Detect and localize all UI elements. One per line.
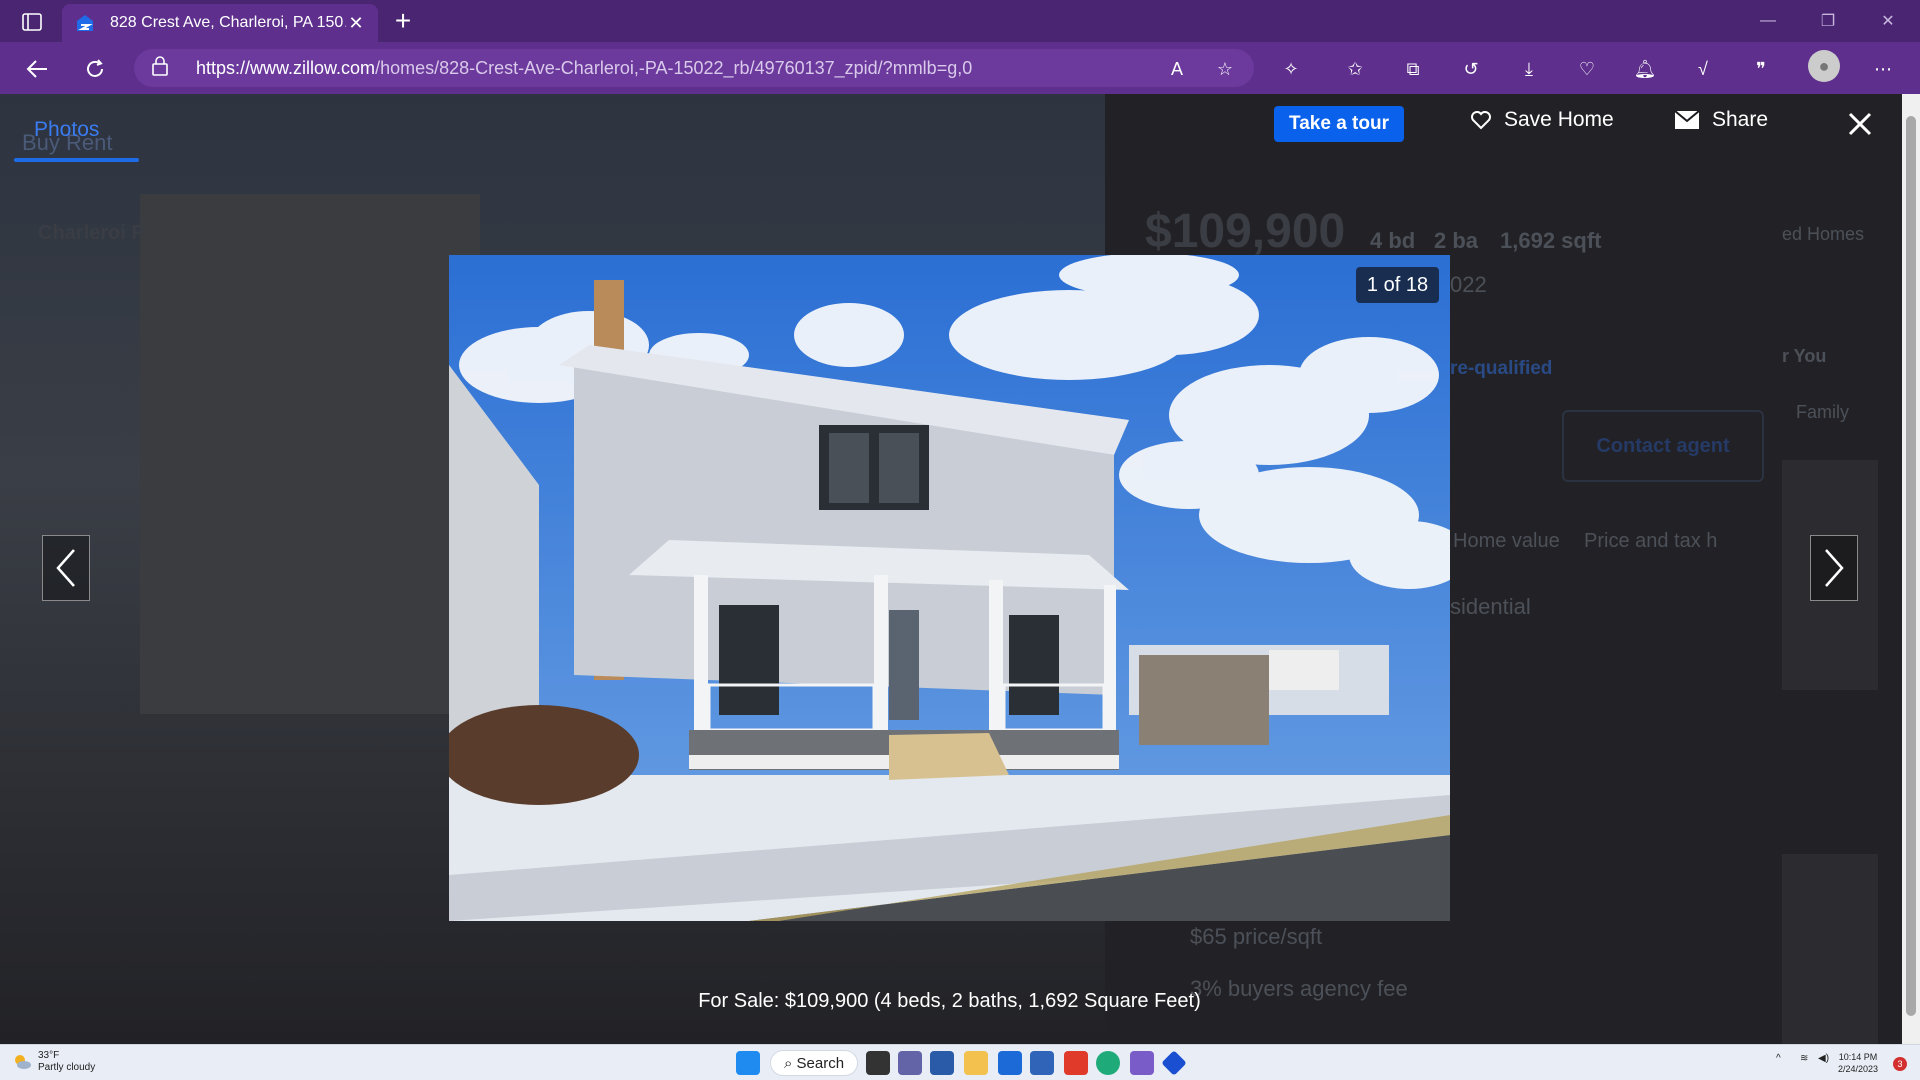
tab-close-icon[interactable]: ✕ [346,13,366,33]
url-field[interactable]: https://www.zillow.com/homes/828-Crest-A… [134,49,1254,87]
bg-contact-agent: Contact agent [1562,410,1764,482]
browser-tab-active[interactable]: 828 Crest Ave, Charleroi, PA 150… ✕ [62,4,378,42]
app-s-icon[interactable] [1030,1051,1054,1075]
photo-caption: For Sale: $109,900 (4 beds, 2 baths, 1,6… [698,990,1201,1012]
math-solver-icon[interactable]: √ [1688,54,1718,84]
favorites-icon[interactable]: ✩ [1340,54,1370,84]
tab-actions-icon[interactable] [14,9,50,35]
refresh-icon[interactable] [80,54,110,84]
more-menu-icon[interactable]: ⋯ [1868,54,1898,84]
share-label: Share [1712,108,1769,131]
url-domain: https://www.zillow.com [196,57,376,78]
windows-taskbar: 33°F Partly cloudy ⌕ Search ^ ≋ ◀︎) 10:1… [0,1044,1920,1080]
chat-icon[interactable] [898,1051,922,1075]
new-tab-icon[interactable]: + [388,6,418,36]
minimize-icon[interactable]: — [1738,0,1798,42]
downloads-icon[interactable]: ⤓ [1514,54,1544,84]
bg-prequal: re-qualified [1450,358,1553,379]
tab-photos[interactable]: Photos [14,118,140,162]
tab-title: 828 Crest Ave, Charleroi, PA 150… [110,14,346,31]
save-home-label: Save Home [1504,108,1614,131]
take-a-tour-button[interactable]: Take a tour [1274,106,1404,142]
taskbar-search[interactable]: ⌕ Search [770,1050,858,1076]
partly-cloudy-icon [15,1055,31,1069]
url-path: /homes/828-Crest-Ave-Charleroi,-PA-15022… [375,57,973,78]
weather-widget[interactable]: 33°F Partly cloudy [12,1050,95,1074]
app-purple-icon[interactable] [1130,1051,1154,1075]
window-close-icon[interactable]: ✕ [1858,0,1918,42]
extensions-icon[interactable]: ✧ [1276,54,1306,84]
system-clock[interactable]: 10:14 PM 2/24/2023 [1838,1051,1878,1075]
previous-photo-button[interactable] [42,535,90,601]
bg-residential: sidential [1450,594,1531,619]
edge-icon[interactable] [1096,1051,1120,1075]
bg-breadcrumb: Charleroi P [38,222,145,244]
app-diamond-icon[interactable] [1161,1050,1187,1076]
bg-zip: 022 [1450,272,1487,297]
photo-counter: 1 of 18 [1356,267,1439,303]
zillow-favicon-icon [77,15,93,31]
close-lightbox-icon[interactable] [1842,106,1878,142]
bg-baths: 2 ba [1434,228,1479,253]
chevron-right-icon [1825,549,1844,587]
bg-sqft: 1,692 sqft [1500,228,1602,253]
maximize-icon[interactable]: ❐ [1798,0,1858,42]
bg-for-you: r You [1782,346,1827,366]
tray-chevron-icon[interactable]: ^ [1776,1053,1781,1064]
add-favorite-icon[interactable]: ☆ [1210,54,1240,84]
listing-photo[interactable] [449,255,1450,921]
address-bar-row: https://www.zillow.com/homes/828-Crest-A… [0,42,1920,94]
bg-price-tax: Price and tax h [1584,530,1718,552]
task-view-icon[interactable] [866,1051,890,1075]
scrollbar-thumb[interactable] [1906,116,1916,1016]
bg-beds: 4 bd [1370,228,1416,253]
notifications-icon[interactable]: 🔔︎ [1630,54,1660,84]
browser-tab-bar: 828 Crest Ave, Charleroi, PA 150… ✕ + — … [0,0,1920,42]
app-l-icon[interactable] [998,1051,1022,1075]
envelope-icon [1674,110,1700,129]
store-icon[interactable] [930,1051,954,1075]
read-aloud-icon[interactable]: A [1162,54,1192,84]
bg-price: $109,900 [1145,205,1346,258]
save-home-button[interactable]: Save Home [1470,108,1614,132]
weather-desc: Partly cloudy [38,1062,96,1073]
health-icon[interactable]: ♡ [1572,54,1602,84]
back-icon[interactable] [22,54,52,84]
chevron-left-icon [56,549,75,587]
clock-date: 2/24/2023 [1838,1064,1879,1074]
notification-badge[interactable]: 3 [1893,1057,1907,1071]
share-button[interactable]: Share [1674,108,1768,132]
bg-family: Family [1796,402,1849,422]
taskbar-search-label: Search [796,1054,845,1072]
start-icon[interactable] [736,1051,760,1075]
collections-icon[interactable]: ⧉ [1398,54,1428,84]
wifi-icon[interactable]: ≋ [1800,1053,1808,1064]
quotes-icon[interactable]: ❞ [1746,54,1776,84]
profile-avatar-icon[interactable]: ● [1808,50,1840,82]
lock-icon[interactable] [152,55,174,81]
file-explorer-icon[interactable] [964,1051,988,1075]
bg-card-2 [1782,854,1878,1044]
next-photo-button[interactable] [1810,535,1858,601]
bg-price-sqft: $65 price/sqft [1190,924,1323,949]
background-photo [140,194,480,714]
volume-icon[interactable]: ◀︎) [1818,1053,1829,1064]
clock-time: 10:14 PM [1838,1052,1878,1062]
heart-icon [1471,111,1491,130]
bg-home-value: Home value [1453,530,1560,552]
history-icon[interactable]: ↺ [1456,54,1486,84]
page-scrollbar[interactable] [1902,94,1920,1044]
lightbox-header: Photos Take a tour Save Home Share [0,94,1902,168]
office-icon[interactable] [1064,1051,1088,1075]
weather-temp: 33°F [38,1050,60,1061]
bg-homes: ed Homes [1782,224,1865,244]
